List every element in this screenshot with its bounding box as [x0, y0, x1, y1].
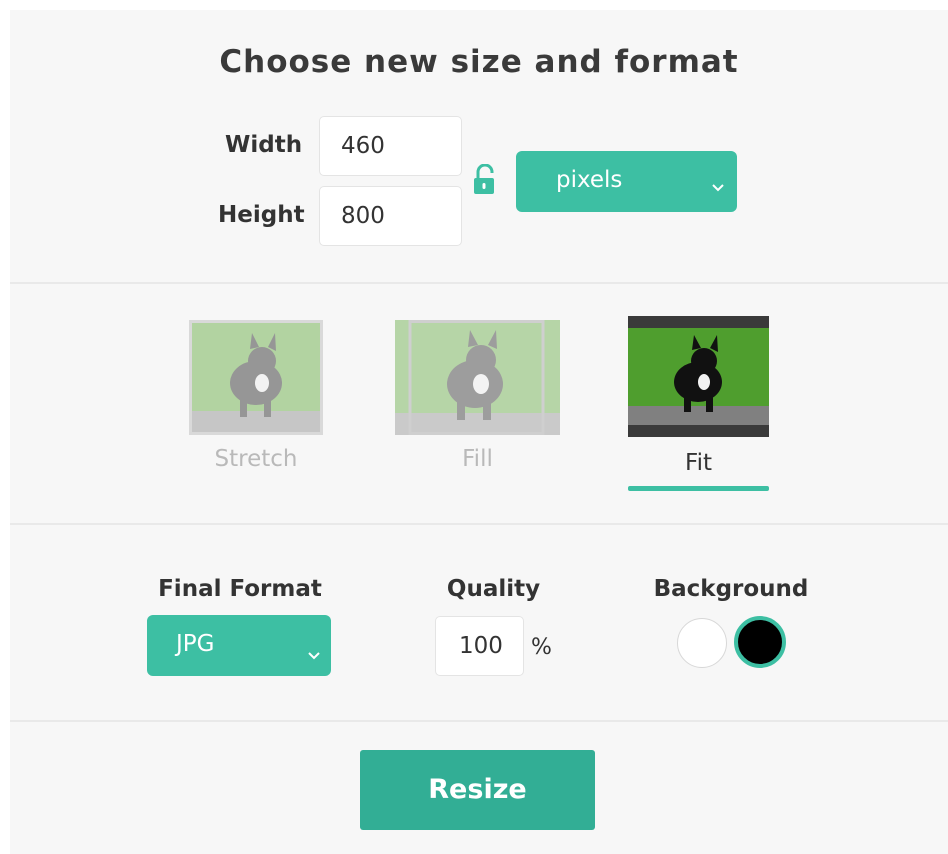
- unlock-icon[interactable]: [472, 163, 498, 196]
- fill-thumbnail[interactable]: [395, 320, 560, 435]
- unit-select-value: pixels: [556, 167, 623, 193]
- format-select-value: JPG: [176, 631, 215, 657]
- stretch-thumbnail[interactable]: [189, 320, 323, 435]
- mode-stretch[interactable]: Stretch: [189, 446, 323, 472]
- final-format-label: Final Format: [158, 576, 322, 602]
- width-value: 460: [341, 133, 385, 159]
- background-white-swatch[interactable]: [677, 618, 727, 668]
- divider: [10, 720, 948, 722]
- width-input[interactable]: 460: [319, 116, 462, 176]
- quality-percent: %: [531, 635, 552, 660]
- quality-label: Quality: [446, 576, 541, 602]
- quality-input[interactable]: 100: [435, 616, 524, 676]
- quality-value: 100: [459, 633, 503, 659]
- background-label: Background: [653, 576, 809, 602]
- height-value: 800: [341, 203, 385, 229]
- height-input[interactable]: 800: [319, 186, 462, 246]
- format-select[interactable]: JPG: [147, 615, 331, 676]
- resize-panel: Choose new size and format Width 460 Hei…: [10, 10, 948, 854]
- page-title: Choose new size and format: [219, 44, 739, 80]
- background-black-swatch[interactable]: [734, 616, 786, 668]
- mode-fit[interactable]: Fit: [628, 450, 769, 476]
- divider: [10, 523, 948, 525]
- width-label: Width: [225, 132, 303, 158]
- mode-fill[interactable]: Fill: [395, 446, 560, 472]
- chevron-down-icon: [711, 173, 725, 199]
- unit-select[interactable]: pixels: [516, 151, 737, 212]
- fit-thumbnail[interactable]: [628, 316, 769, 437]
- divider: [10, 282, 948, 284]
- height-label: Height: [218, 202, 305, 228]
- mode-fit-underline: [628, 486, 769, 491]
- resize-button[interactable]: Resize: [360, 750, 595, 830]
- chevron-down-icon: [307, 641, 321, 667]
